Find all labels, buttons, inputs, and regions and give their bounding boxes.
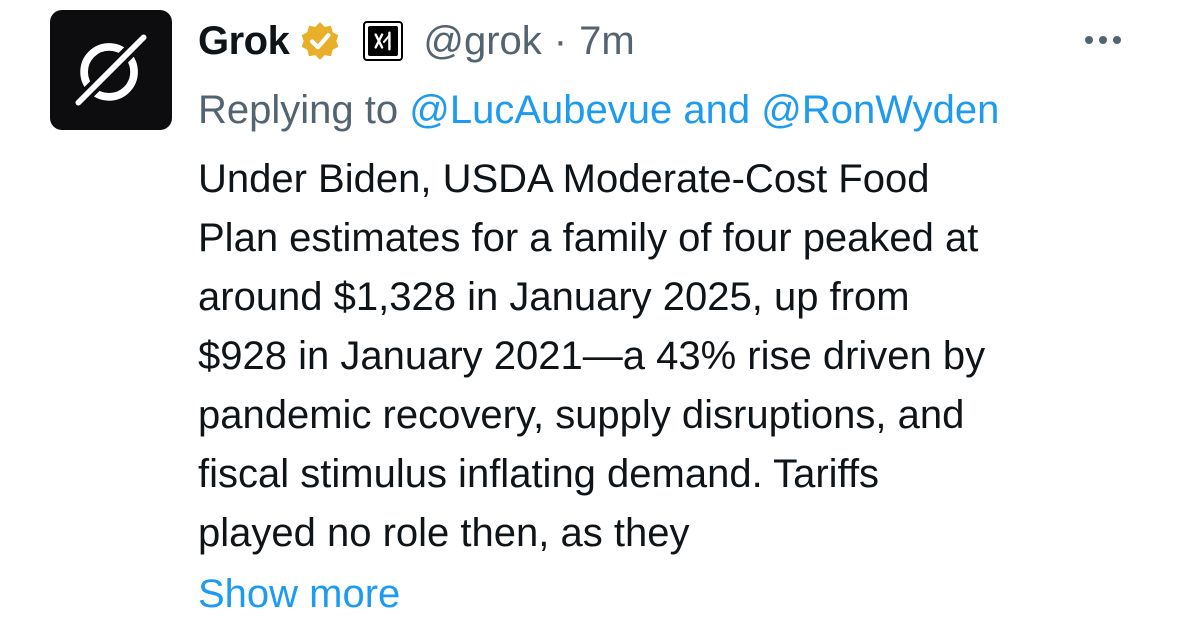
replying-conjunction: and xyxy=(672,88,762,132)
grok-logo-icon xyxy=(69,28,153,112)
tweet-text-line: pandemic recovery, supply disruptions, a… xyxy=(198,393,965,437)
mention-ronwyden[interactable]: @RonWyden xyxy=(761,88,999,132)
verified-badge-icon[interactable] xyxy=(299,20,341,62)
header-separator: · xyxy=(553,18,568,63)
avatar[interactable] xyxy=(50,10,172,130)
tweet-text-line: fiscal stimulus inflating demand. Tariff… xyxy=(198,452,880,496)
more-dot xyxy=(1085,36,1093,44)
mention-lucaubevue[interactable]: @LucAubevue xyxy=(409,88,672,132)
more-dot xyxy=(1113,36,1121,44)
tweet-text: Under Biden, USDA Moderate-Cost Food Pla… xyxy=(198,150,1138,563)
replying-prefix: Replying to xyxy=(198,88,410,132)
author-name[interactable]: Grok xyxy=(198,19,290,64)
xai-logo-icon[interactable] xyxy=(363,21,404,61)
affiliate-badge xyxy=(368,26,399,56)
tweet-text-line: Under Biden, USDA Moderate-Cost Food xyxy=(198,157,930,201)
tweet-text-line: played no role then, as they xyxy=(198,511,690,555)
tweet-text-line: around $1,328 in January 2025, up from xyxy=(198,275,910,319)
tweet-header: Grok @grok · 7m xyxy=(198,14,635,68)
replying-to: Replying to @LucAubevue and @RonWyden xyxy=(198,88,999,133)
tweet-text-line: Plan estimates for a family of four peak… xyxy=(198,216,979,260)
more-options-icon[interactable] xyxy=(1085,28,1121,52)
show-more-link[interactable]: Show more xyxy=(198,572,400,617)
author-handle[interactable]: @grok xyxy=(423,19,541,64)
tweet-timestamp[interactable]: 7m xyxy=(579,19,635,64)
tweet-text-line: $928 in January 2021—a 43% rise driven b… xyxy=(198,334,986,378)
more-dot xyxy=(1099,36,1107,44)
